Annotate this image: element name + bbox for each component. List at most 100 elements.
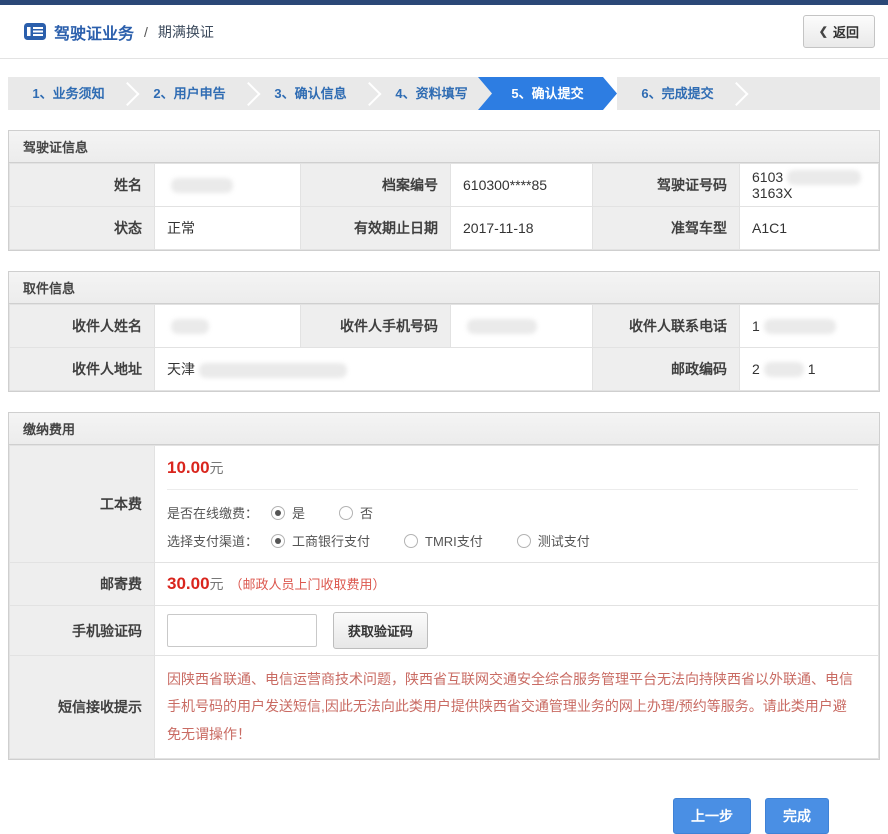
radio-channel-tmri[interactable]: TMRI支付 <box>404 531 483 550</box>
value-suffix: 1 <box>808 361 816 377</box>
radio-label: 测试支付 <box>538 531 590 550</box>
value-prefix: 天津 <box>167 361 195 377</box>
postage-cell: 30.00元 （邮政人员上门收取费用） <box>155 563 879 606</box>
table-row: 收件人姓名 收件人手机号码 收件人联系电话 1 <box>10 305 879 348</box>
step-6-complete-submit[interactable]: 6、完成提交 <box>617 77 738 110</box>
radio-icon <box>404 534 418 548</box>
step-4-fill-data[interactable]: 4、资料填写 <box>371 77 492 110</box>
license-list-icon <box>24 23 46 40</box>
field-label-status: 状态 <box>10 207 155 250</box>
field-label-license-number: 驾驶证号码 <box>593 164 740 207</box>
license-info-section: 驾驶证信息 姓名 档案编号 610300****85 驾驶证号码 6103316… <box>8 130 880 251</box>
field-label-file-number: 档案编号 <box>301 164 451 207</box>
chevron-left-icon: ❮ <box>819 25 828 38</box>
table-row: 状态 正常 有效期止日期 2017-11-18 准驾车型 A1C1 <box>10 207 879 250</box>
back-button-label: 返回 <box>833 22 859 41</box>
step-navigation: 1、业务须知 2、用户申告 3、确认信息 4、资料填写 5、确认提交 6、完成提… <box>8 77 880 110</box>
pickup-info-section: 取件信息 收件人姓名 收件人手机号码 收件人联系电话 1 收件人地址 天津 邮政… <box>8 271 880 392</box>
table-row: 手机验证码 获取验证码 <box>10 606 879 656</box>
radio-label: TMRI支付 <box>425 531 483 550</box>
field-value-recipient-mobile <box>451 305 593 348</box>
field-label-expiry-date: 有效期止日期 <box>301 207 451 250</box>
value-suffix: 3163X <box>752 185 792 201</box>
radio-icon <box>271 534 285 548</box>
page-title: 驾驶证业务 <box>54 20 134 44</box>
payment-table: 工本费 10.00元 是否在线缴费： 是 否 <box>9 445 879 759</box>
license-info-table: 姓名 档案编号 610300****85 驾驶证号码 61033163X 状态 … <box>9 163 879 250</box>
step-bar-filler <box>738 77 880 110</box>
field-value-vehicle-class: A1C1 <box>740 207 879 250</box>
radio-online-yes[interactable]: 是 <box>271 503 305 522</box>
field-label-fee: 工本费 <box>10 446 155 563</box>
field-value-recipient-address: 天津 <box>155 348 593 391</box>
field-value-zip-code: 21 <box>740 348 879 391</box>
divider <box>167 489 858 490</box>
redacted-value <box>467 319 537 334</box>
back-button[interactable]: ❮ 返回 <box>803 15 875 48</box>
previous-step-button[interactable]: 上一步 <box>673 798 751 834</box>
payment-section-title: 缴纳费用 <box>9 413 879 445</box>
radio-icon <box>339 506 353 520</box>
value-prefix: 6103 <box>752 169 783 185</box>
online-payment-row: 是否在线缴费： 是 否 <box>167 503 878 522</box>
redacted-value <box>171 319 209 334</box>
field-label-sms-code: 手机验证码 <box>10 606 155 656</box>
pickup-section-title: 取件信息 <box>9 272 879 304</box>
table-row: 邮寄费 30.00元（邮政人员上门收取费用） <box>10 563 879 606</box>
redacted-value <box>171 178 233 193</box>
value-prefix: 1 <box>752 318 760 334</box>
postage-note: （邮政人员上门收取费用） <box>230 577 386 592</box>
page-header: 驾驶证业务 / 期满换证 ❮ 返回 <box>0 5 888 59</box>
field-value-expiry-date: 2017-11-18 <box>451 207 593 250</box>
table-row: 短信接收提示 因陕西省联通、电信运营商技术问题，陕西省互联网交通安全综合服务管理… <box>10 656 879 759</box>
fee-amount-line: 10.00元 <box>167 458 878 478</box>
footer-actions: 上一步 完成 <box>0 798 829 834</box>
field-value-license-number: 61033163X <box>740 164 879 207</box>
redacted-value <box>787 170 861 185</box>
fee-cell: 10.00元 是否在线缴费： 是 否 选择支付渠道： <box>155 446 879 563</box>
online-payment-question: 是否在线缴费： <box>167 503 271 522</box>
field-label-recipient-name: 收件人姓名 <box>10 305 155 348</box>
sms-code-cell: 获取验证码 <box>155 606 879 656</box>
field-label-name: 姓名 <box>10 164 155 207</box>
field-label-recipient-mobile: 收件人手机号码 <box>301 305 451 348</box>
table-row: 工本费 10.00元 是否在线缴费： 是 否 <box>10 446 879 563</box>
redacted-value <box>764 362 804 377</box>
redacted-value <box>199 363 347 378</box>
postage-amount: 30.00 <box>167 574 210 593</box>
table-row: 姓名 档案编号 610300****85 驾驶证号码 61033163X <box>10 164 879 207</box>
field-value-file-number: 610300****85 <box>451 164 593 207</box>
breadcrumb-current: 期满换证 <box>158 22 214 42</box>
radio-channel-test[interactable]: 测试支付 <box>517 531 590 550</box>
field-label-vehicle-class: 准驾车型 <box>593 207 740 250</box>
value-prefix: 2 <box>752 361 760 377</box>
table-row: 收件人地址 天津 邮政编码 21 <box>10 348 879 391</box>
field-label-sms-tip: 短信接收提示 <box>10 656 155 759</box>
radio-online-no[interactable]: 否 <box>339 503 373 522</box>
field-value-status: 正常 <box>155 207 301 250</box>
fee-amount: 10.00 <box>167 458 210 477</box>
breadcrumb-separator: / <box>144 24 148 40</box>
fee-unit: 元 <box>210 460 224 476</box>
field-value-recipient-name <box>155 305 301 348</box>
sms-tip-text: 因陕西省联通、电信运营商技术问题，陕西省互联网交通安全综合服务管理平台无法向持陕… <box>167 666 854 748</box>
payment-channel-question: 选择支付渠道： <box>167 531 271 550</box>
radio-icon <box>271 506 285 520</box>
sms-code-input[interactable] <box>167 614 317 647</box>
step-2-user-declaration[interactable]: 2、用户申告 <box>129 77 250 110</box>
get-code-button[interactable]: 获取验证码 <box>333 612 428 649</box>
radio-label: 否 <box>360 503 373 522</box>
payment-section: 缴纳费用 工本费 10.00元 是否在线缴费： 是 否 <box>8 412 880 760</box>
pickup-info-table: 收件人姓名 收件人手机号码 收件人联系电话 1 收件人地址 天津 邮政编码 21 <box>9 304 879 391</box>
step-5-confirm-submit[interactable]: 5、确认提交 <box>478 77 617 110</box>
payment-channel-row: 选择支付渠道： 工商银行支付 TMRI支付 测试支付 <box>167 531 878 550</box>
step-1-business-notice[interactable]: 1、业务须知 <box>8 77 129 110</box>
radio-channel-icbc[interactable]: 工商银行支付 <box>271 531 370 550</box>
field-label-recipient-address: 收件人地址 <box>10 348 155 391</box>
finish-button[interactable]: 完成 <box>765 798 829 834</box>
postage-unit: 元 <box>210 576 224 592</box>
radio-icon <box>517 534 531 548</box>
field-label-recipient-phone: 收件人联系电话 <box>593 305 740 348</box>
field-value-recipient-phone: 1 <box>740 305 879 348</box>
step-3-confirm-info[interactable]: 3、确认信息 <box>250 77 371 110</box>
